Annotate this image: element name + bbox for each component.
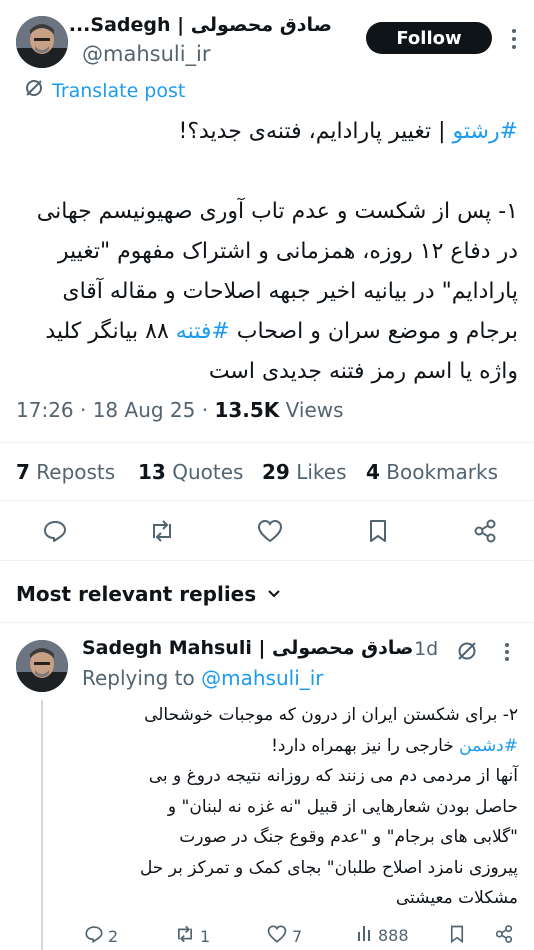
reply-repost-button[interactable]: 1 [174,924,210,948]
post-title-text: | تغییر پارادایم، فتنه‌ی جدید؟! [178,119,453,144]
post-body: ۱- پس از شکست و عدم تاب آوری صهیونیسم جه… [13,192,518,392]
bookmark-icon[interactable] [366,518,390,544]
follow-button[interactable]: Follow [366,22,492,54]
reply-bookmark-icon[interactable] [448,924,466,948]
reply-reposts-count: 1 [200,926,211,946]
reposts-label: Reposts [29,460,116,484]
reply-body: ۲- برای شکستن ایران از درون که موجبات خو… [78,700,518,914]
divider [0,442,534,443]
reply-body-line: آنها از مردمی دم می زنند که روزانه نتیجه… [148,766,518,786]
divider [0,622,534,623]
quotes-count: 13 [138,460,166,484]
reply-likes-count: 7 [292,926,303,946]
chevron-down-icon [266,582,282,606]
views-label: Views [279,398,344,422]
reply-reply-button[interactable]: 2 [84,924,118,948]
post-body-line: واژه یا اسم رمز فتنه جدیدی است [208,359,518,384]
quotes-label: Quotes [165,460,244,484]
reply-views-button[interactable]: 888 [356,924,409,946]
likes-stat[interactable]: 29 Likes [262,460,347,484]
replies-sort-dropdown[interactable]: Most relevant replies [16,582,282,606]
views-icon [356,924,374,946]
hashtag-link[interactable]: #دشمن [459,736,518,756]
reply-icon [84,924,104,948]
likes-label: Likes [289,460,347,484]
repost-icon [174,924,196,948]
reply-body-line: مشکلات معیشتی [395,888,518,908]
divider [0,560,534,561]
post-body-line: ۱- پس از شکست و عدم تاب آوری صهیونیسم جه… [36,199,518,224]
post-timestamp[interactable]: 17:26 · 18 Aug 25 · [16,398,214,422]
replies-section-title: Most relevant replies [16,582,257,606]
reply-body-line: حاصل بودن شعارهایی از قبیل "نه غزه نه لب… [167,796,518,817]
reply-like-button[interactable]: 7 [266,924,302,948]
bookmarks-count: 4 [366,460,380,484]
reply-body-line: ۲- برای شکستن ایران از درون که موجبات خو… [144,705,518,725]
replying-to-handle[interactable]: @mahsuli_ir [201,666,323,690]
post-meta: 17:26 · 18 Aug 25 · 13.5K Views [16,398,344,422]
reply-body-line: #دشمن خارجی را نیز بهمراه دارد! [78,731,518,762]
repost-icon[interactable] [148,518,176,544]
reply-body-line: "گلابی های برجام" و "عدم وقوع جنگ در صور… [179,827,518,847]
reply-share-icon[interactable] [494,924,514,948]
hashtag-link[interactable]: #رشتو [453,119,519,144]
reply-icon[interactable] [42,518,68,544]
replying-to: Replying to @mahsuli_ir [82,666,324,690]
post-body-line: پارادایم" در بیانیه اخیر جبهه اصلاحات و … [62,279,518,304]
author-avatar[interactable] [16,16,68,68]
like-icon[interactable] [256,518,284,544]
quotes-stat[interactable]: 13 Quotes [138,460,243,484]
post-body-line: برجام و موضع سران و اصحاب #فتنه ۸۸ بیانگ… [13,312,518,352]
reply-more-icon[interactable] [500,642,514,662]
reply-body-text: خارجی را نیز بهمراه دارد! [271,735,460,756]
bookmarks-label: Bookmarks [379,460,499,484]
reposts-count: 7 [16,460,30,484]
divider [0,500,534,501]
more-options-icon[interactable] [506,28,522,50]
bookmarks-stat[interactable]: 4 Bookmarks [366,460,498,484]
post-title-line: #رشتو | تغییر پارادایم، فتنه‌ی جدید؟! [179,112,519,152]
reposts-stat[interactable]: 7 Reposts [16,460,115,484]
translate-label: Translate post [52,79,186,102]
reply-author-name[interactable]: Sadegh Mahsuli | صادق محصولی [82,637,413,659]
author-name[interactable]: صادق محصولی | Sadegh... [69,14,332,36]
post-body-text: ۸۸ بیانگر کلید [45,319,176,344]
translate-post-link[interactable]: Translate post [24,78,185,103]
views-count: 13.5K [214,398,280,422]
reply-replies-count: 2 [108,926,119,946]
translate-icon [24,78,44,103]
post-body-line: در دفاع ۱۲ روزه، همزمانی و اشتراک مفهوم … [57,239,518,264]
hashtag-link[interactable]: #فتنه [176,319,230,344]
thread-line [41,700,43,950]
reply-author-avatar[interactable] [16,640,68,692]
author-handle[interactable]: @mahsuli_ir [82,42,211,66]
likes-count: 29 [262,460,290,484]
post-body-text: برجام و موضع سران و اصحاب [229,319,518,344]
reply-body-line: پیروزی نامزد اصلاح طلبان" بجای کمک و تمر… [139,857,518,878]
share-icon[interactable] [472,518,498,544]
grok-icon[interactable] [456,640,478,666]
replying-to-label: Replying to [82,666,202,690]
like-icon [266,924,288,948]
reply-timestamp[interactable]: · 1d [402,638,438,660]
reply-views-count: 888 [378,925,409,945]
